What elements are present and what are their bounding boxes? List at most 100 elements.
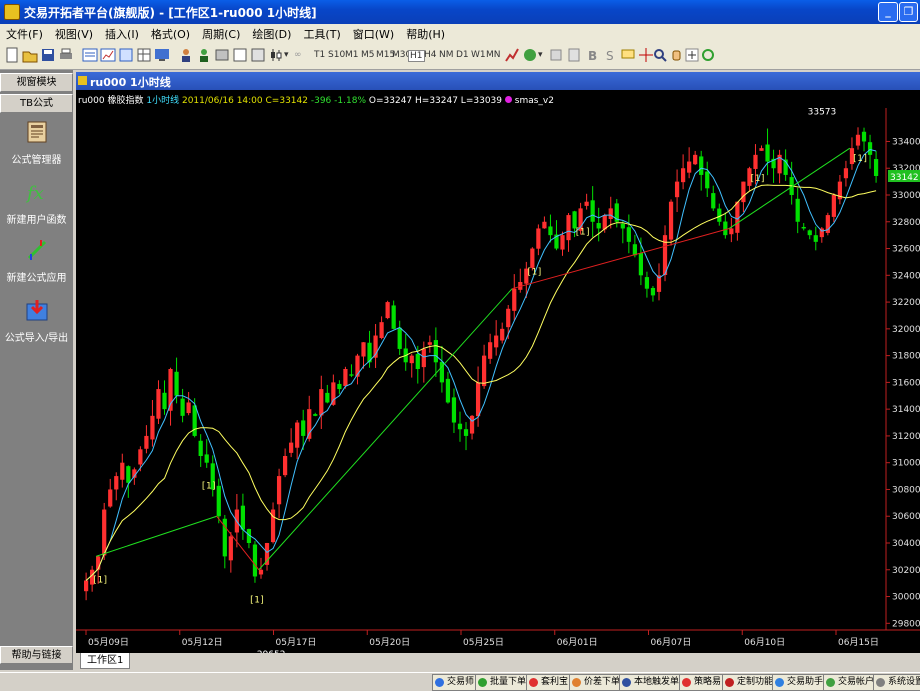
status-name: 橡胶指数 <box>107 96 144 106</box>
hand-icon[interactable] <box>668 47 684 63</box>
print-icon[interactable] <box>58 47 74 63</box>
candle-body <box>144 435 149 449</box>
trader-icon[interactable] <box>196 47 212 63</box>
menu-period[interactable]: 周期(C) <box>196 24 246 42</box>
zoom-icon[interactable] <box>652 47 668 63</box>
save-icon[interactable] <box>40 47 56 63</box>
menu-window[interactable]: 窗口(W) <box>347 24 400 42</box>
period-nm[interactable]: NM <box>439 50 454 60</box>
sidebar-tab-tb[interactable]: TB公式 <box>0 94 73 113</box>
refresh-icon[interactable] <box>700 47 716 63</box>
info-icon[interactable] <box>232 47 248 63</box>
account-icon[interactable] <box>214 47 230 63</box>
menu-draw[interactable]: 绘图(D) <box>246 24 297 42</box>
period-h4[interactable]: H4 <box>424 50 437 60</box>
list-icon[interactable] <box>118 47 134 63</box>
menu-view[interactable]: 视图(V) <box>49 24 99 42</box>
candle-body <box>632 244 637 256</box>
candle-icon[interactable] <box>268 47 284 63</box>
period-m5[interactable]: M5 <box>361 50 375 60</box>
price-chart[interactable]: 29800 30000 30200 30400 30600 30800 31000 31200… <box>76 108 920 653</box>
task-label: 价差下单 <box>584 677 621 687</box>
candle-body <box>807 230 812 236</box>
help-links-button[interactable]: 帮助与链接 <box>0 646 73 664</box>
x-tick-label: 06月07日 <box>651 637 692 648</box>
menu-insert[interactable]: 插入(I) <box>99 24 145 42</box>
task-local-trigger[interactable]: 本地触发单 <box>619 674 683 691</box>
candle-body <box>258 569 264 575</box>
menu-format[interactable]: 格式(O) <box>145 24 196 42</box>
candle-body <box>717 208 722 222</box>
chart-icon[interactable] <box>100 47 116 63</box>
period-s10[interactable]: S10 <box>328 50 345 60</box>
candle-body <box>216 485 221 517</box>
candle-body <box>313 414 318 416</box>
menu-file[interactable]: 文件(F) <box>0 24 49 42</box>
new-icon[interactable] <box>4 47 20 63</box>
candle-body <box>638 252 644 276</box>
link-icon[interactable]: ∞ <box>294 50 302 60</box>
period-h1[interactable]: H1 <box>408 50 425 62</box>
task-custom[interactable]: 定制功能 <box>722 674 777 691</box>
signal-label: [1] <box>526 268 542 278</box>
task-assistant[interactable]: 交易助手 <box>772 674 827 691</box>
indicator-icon[interactable] <box>504 47 520 63</box>
candle-body <box>668 201 674 240</box>
candle-body <box>301 420 306 436</box>
signal-label: [1] <box>92 575 108 585</box>
monitor-icon[interactable] <box>154 47 170 63</box>
candle-body <box>361 342 366 357</box>
task-trader[interactable]: 交易师 <box>432 674 478 691</box>
sidebar-item-formula-manager[interactable]: 公式管理器 <box>0 120 73 166</box>
sidebar-item-import-export[interactable]: 公式导入/导出 <box>0 298 73 344</box>
task-spread-order[interactable]: 价差下单 <box>569 674 624 691</box>
status-symbol: ru000 <box>78 96 105 106</box>
candle-body <box>506 308 511 328</box>
open-icon[interactable] <box>22 47 38 63</box>
sidebar-item-new-application[interactable]: 新建公式应用 <box>0 238 73 284</box>
task-account[interactable]: 交易帐户 <box>823 674 878 691</box>
period-m1[interactable]: M1 <box>345 50 359 60</box>
minimize-button[interactable]: _ <box>878 2 898 22</box>
candle-body <box>283 456 288 476</box>
period-mn[interactable]: MN <box>486 50 501 60</box>
dropdown-icon[interactable]: ▾ <box>284 50 289 60</box>
settings-icon[interactable]: S <box>602 47 618 63</box>
candle-body <box>699 156 704 175</box>
menu-tools[interactable]: 工具(T) <box>297 24 346 42</box>
sidebar: 视窗模块 TB公式 公式管理器 fx 新建用户函数 新建公式应用 公式导入/导出 <box>0 70 73 670</box>
table-icon[interactable] <box>136 47 152 63</box>
task-strategy[interactable]: 策略易 <box>679 674 725 691</box>
dropdown2-icon[interactable]: ▾ <box>538 50 543 60</box>
y-tick-label: 29800 <box>892 619 920 629</box>
task-batch-order[interactable]: 批量下单 <box>475 674 530 691</box>
strategy-icon[interactable] <box>522 47 538 63</box>
comment-icon[interactable] <box>620 47 636 63</box>
grid-icon[interactable] <box>250 47 266 63</box>
y-tick-label: 32400 <box>892 271 920 281</box>
y-tick-label: 32800 <box>892 218 920 228</box>
dot-icon[interactable] <box>548 47 564 63</box>
menu-help[interactable]: 帮助(H) <box>400 24 451 42</box>
candle-body <box>463 429 469 436</box>
candle-body <box>855 134 861 146</box>
x-tick-label: 06月10日 <box>744 637 785 648</box>
plus-icon[interactable] <box>684 47 700 63</box>
restore-button[interactable]: ❐ <box>899 2 918 22</box>
candle-body <box>469 415 475 434</box>
period-d1[interactable]: D1 <box>456 50 469 60</box>
sidebar-item-new-function[interactable]: fx 新建用户函数 <box>0 180 73 226</box>
task-system-settings[interactable]: 系统设置 <box>873 674 920 691</box>
period-w1[interactable]: W1 <box>471 50 486 60</box>
task-arbitrage[interactable]: 套利宝 <box>526 674 572 691</box>
workspace-tab[interactable]: 工作区1 <box>80 653 131 669</box>
candle-body <box>831 195 836 217</box>
bold-icon[interactable]: B <box>584 47 600 63</box>
quote-icon[interactable] <box>82 47 98 63</box>
period-t1[interactable]: T1 <box>314 50 325 60</box>
candle-body <box>608 208 613 219</box>
candle-body <box>741 181 746 203</box>
user-icon[interactable] <box>178 47 194 63</box>
candle-body <box>84 580 89 592</box>
report-icon[interactable] <box>566 47 582 63</box>
